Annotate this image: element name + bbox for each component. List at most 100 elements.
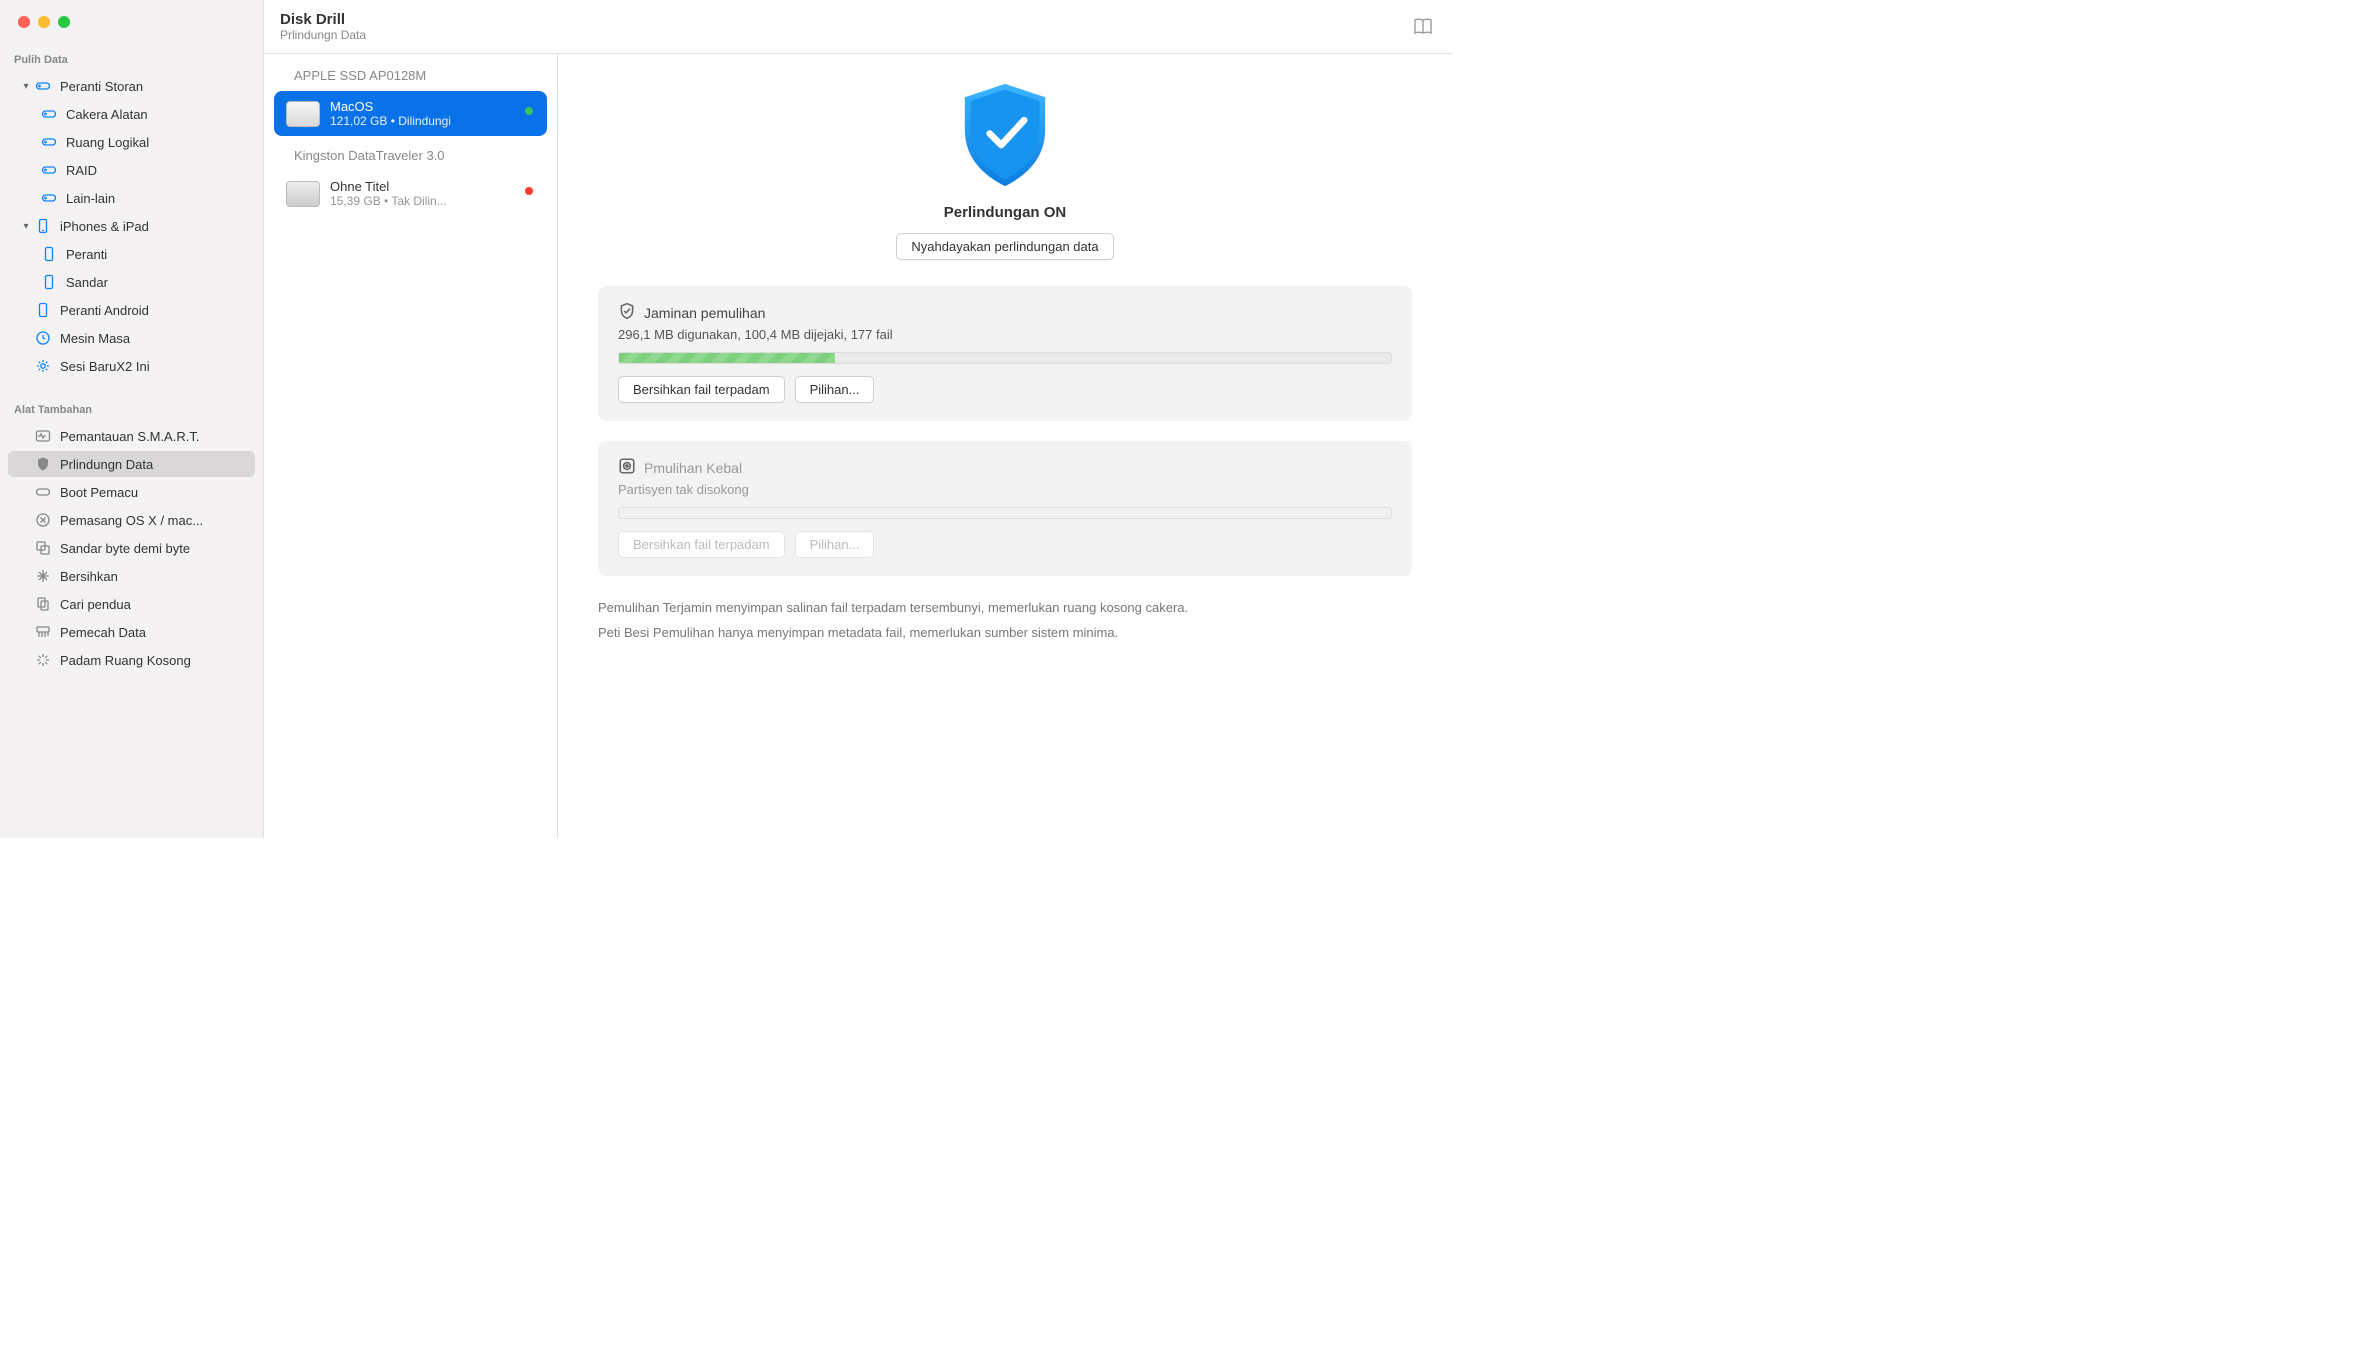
sparkle-icon [34, 567, 52, 585]
disk-icon [40, 133, 58, 151]
sidebar-item-data-protection[interactable]: ▾ Prlindungn Data [8, 451, 255, 477]
sidebar-label: Ruang Logikal [66, 135, 149, 150]
sidebar-item-time-machine[interactable]: ▾ Mesin Masa [8, 325, 255, 351]
sidebar-label: Peranti [66, 247, 107, 262]
sidebar-label: Pemantauan S.M.A.R.T. [60, 429, 199, 444]
sidebar-item-dock[interactable]: Sandar [8, 269, 255, 295]
drive-icon [34, 483, 52, 501]
sidebar-label: iPhones & iPad [60, 219, 149, 234]
phone-icon [40, 245, 58, 263]
heartbeat-icon [34, 427, 52, 445]
titlebar: Disk Drill Prlindungn Data [264, 0, 1452, 54]
sidebar-label: Padam Ruang Kosong [60, 653, 191, 668]
chevron-down-icon: ▾ [20, 221, 32, 232]
sidebar-label: Peranti Storan [60, 79, 143, 94]
device-name: MacOS [330, 99, 535, 114]
external-drive-icon [286, 181, 320, 207]
protection-status: Perlindungan ON [598, 204, 1412, 221]
sidebar-item-tool-drive[interactable]: Cakera Alatan [8, 101, 255, 127]
footer-line-2: Peti Besi Pemulihan hanya menyimpan meta… [598, 621, 1412, 646]
sidebar-item-smart[interactable]: ▾ Pemantauan S.M.A.R.T. [8, 423, 255, 449]
sidebar-item-byte-backup[interactable]: ▾ Sandar byte demi byte [8, 535, 255, 561]
device-group-header: Kingston DataTraveler 3.0 [264, 142, 557, 167]
device-name: Ohne Titel [330, 179, 535, 194]
main-content: Disk Drill Prlindungn Data Perlindungan … [558, 0, 1452, 838]
sidebar-item-find-duplicates[interactable]: ▾ Cari pendua [8, 591, 255, 617]
sidebar-item-iphones-ipad[interactable]: ▾ iPhones & iPad [8, 213, 255, 239]
fullscreen-window-button[interactable] [58, 16, 70, 28]
close-window-button[interactable] [18, 16, 30, 28]
sidebar-label: Prlindungn Data [60, 457, 153, 472]
device-sub: 15,39 GB • Tak Dilin... [330, 194, 535, 208]
disable-protection-button[interactable]: Nyahdayakan perlindungan data [896, 233, 1113, 260]
recovery-progress [618, 352, 1392, 364]
sidebar-item-osx-installer[interactable]: ▾ Pemasang OS X / mac... [8, 507, 255, 533]
guaranteed-recovery-card: Jaminan pemulihan 296,1 MB digunakan, 10… [598, 286, 1412, 421]
sidebar-label: Sandar byte demi byte [60, 541, 190, 556]
sidebar-item-new-session[interactable]: ▾ Sesi BaruX2 Ini [8, 353, 255, 379]
minimize-window-button[interactable] [38, 16, 50, 28]
sidebar-section-recover: Pulih Data [0, 46, 263, 72]
sidebar-item-android[interactable]: ▾ Peranti Android [8, 297, 255, 323]
help-book-icon[interactable] [1412, 16, 1434, 41]
backup-icon [34, 539, 52, 557]
shredder-icon [34, 623, 52, 641]
sidebar-item-logical-space[interactable]: Ruang Logikal [8, 129, 255, 155]
sidebar-item-data-shredder[interactable]: ▾ Pemecah Data [8, 619, 255, 645]
sidebar-item-erase-free-space[interactable]: ▾ Padam Ruang Kosong [8, 647, 255, 673]
sidebar-item-storage-devices[interactable]: ▾ Peranti Storan [8, 73, 255, 99]
device-sub: 121,02 GB • Dilindungi [330, 114, 535, 128]
shield-check-icon [957, 80, 1053, 190]
sidebar-item-device[interactable]: Peranti [8, 241, 255, 267]
card-subtext: Partisyen tak disokong [618, 482, 1392, 497]
window-controls [0, 12, 263, 46]
sidebar-item-raid[interactable]: RAID [8, 157, 255, 183]
disk-icon [40, 189, 58, 207]
sidebar: Pulih Data ▾ Peranti Storan Cakera Alata… [0, 0, 264, 838]
sidebar-label: Pemasang OS X / mac... [60, 513, 203, 528]
sidebar-label: Mesin Masa [60, 331, 130, 346]
phone-icon [34, 217, 52, 235]
chevron-down-icon: ▾ [20, 81, 32, 92]
clock-icon [34, 329, 52, 347]
options-button-disabled: Pilihan... [795, 531, 875, 558]
shield-outline-icon [618, 302, 636, 323]
sidebar-item-cleanup[interactable]: ▾ Bersihkan [8, 563, 255, 589]
recovery-vault-card: Pmulihan Kebal Partisyen tak disokong Be… [598, 441, 1412, 576]
app-title: Disk Drill [280, 11, 366, 28]
vault-icon [618, 457, 636, 478]
device-list: APPLE SSD AP0128M MacOS 121,02 GB • Dili… [264, 0, 558, 838]
sidebar-label: RAID [66, 163, 97, 178]
device-group-header: APPLE SSD AP0128M [264, 62, 557, 87]
sidebar-section-tools: Alat Tambahan [0, 396, 263, 422]
sidebar-label: Boot Pemacu [60, 485, 138, 500]
sidebar-label: Cari pendua [60, 597, 131, 612]
sidebar-item-boot-drive[interactable]: ▾ Boot Pemacu [8, 479, 255, 505]
gear-icon [34, 357, 52, 375]
device-row-macos[interactable]: MacOS 121,02 GB • Dilindungi [274, 91, 547, 136]
sidebar-label: Lain-lain [66, 191, 115, 206]
sidebar-label: Sesi BaruX2 Ini [60, 359, 150, 374]
card-title: Jaminan pemulihan [644, 305, 765, 321]
copy-icon [34, 595, 52, 613]
shield-icon [34, 455, 52, 473]
internal-drive-icon [286, 101, 320, 127]
burst-icon [34, 651, 52, 669]
card-title: Pmulihan Kebal [644, 460, 742, 476]
footer-line-1: Pemulihan Terjamin menyimpan salinan fai… [598, 596, 1412, 621]
clean-deleted-files-button[interactable]: Bersihkan fail terpadam [618, 376, 785, 403]
disk-icon [40, 105, 58, 123]
device-row-ohne-titel[interactable]: Ohne Titel 15,39 GB • Tak Dilin... [274, 171, 547, 216]
sidebar-label: Peranti Android [60, 303, 149, 318]
phone-icon [40, 273, 58, 291]
sidebar-label: Pemecah Data [60, 625, 146, 640]
sidebar-item-other[interactable]: Lain-lain [8, 185, 255, 211]
status-dot-protected [525, 107, 533, 115]
page-subtitle: Prlindungn Data [280, 28, 366, 42]
sidebar-label: Cakera Alatan [66, 107, 148, 122]
disk-icon [34, 77, 52, 95]
status-dot-unprotected [525, 187, 533, 195]
sidebar-label: Bersihkan [60, 569, 118, 584]
options-button[interactable]: Pilihan... [795, 376, 875, 403]
phone-icon [34, 301, 52, 319]
